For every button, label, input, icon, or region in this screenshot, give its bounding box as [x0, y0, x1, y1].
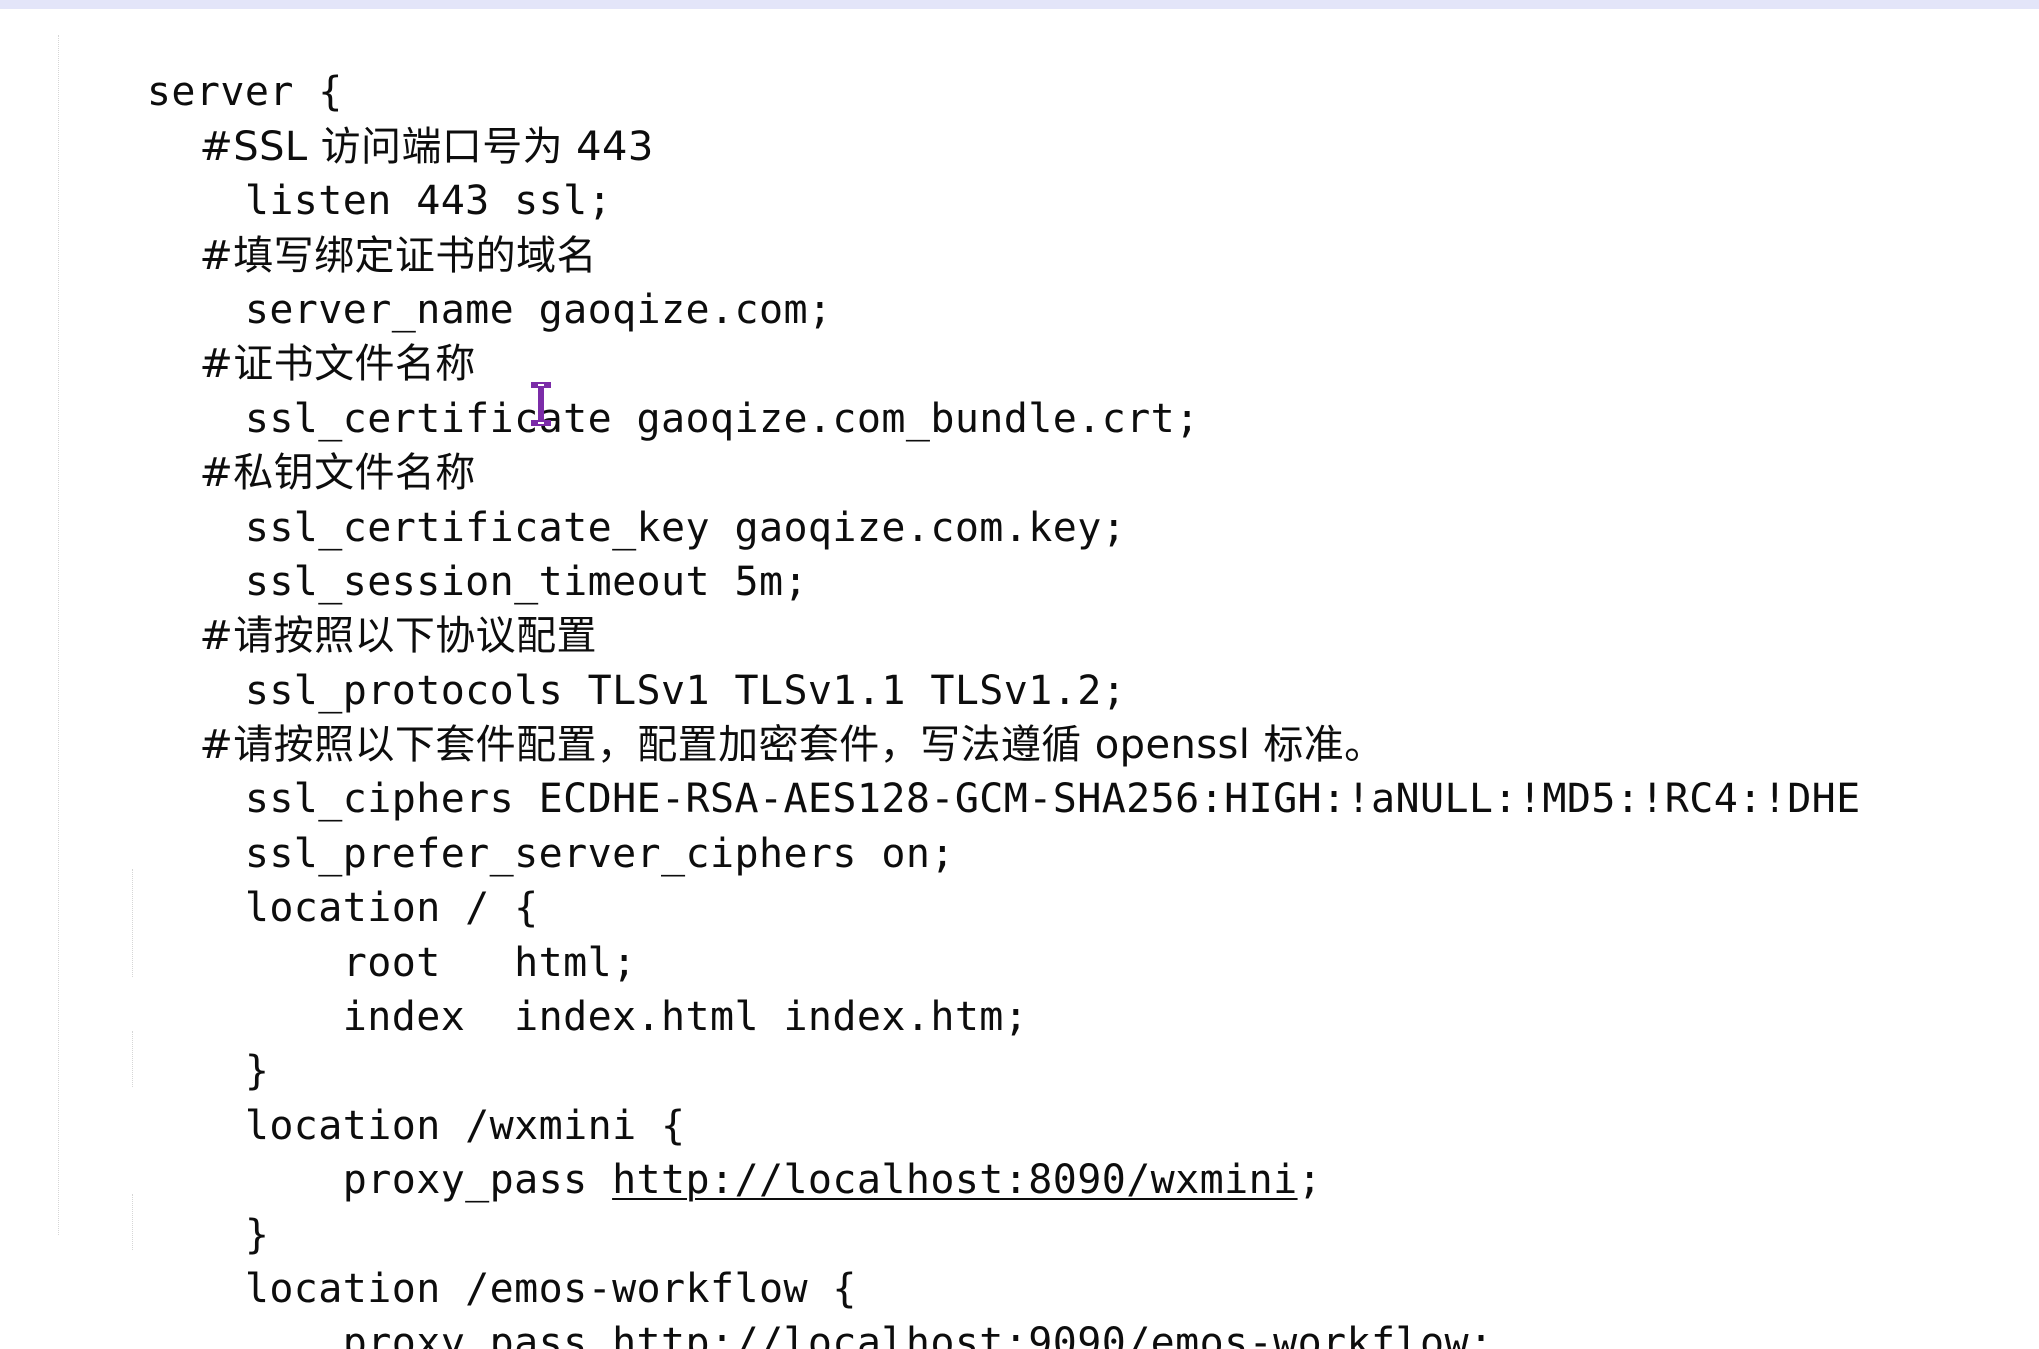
ibeam-icon — [531, 382, 551, 426]
code-line-proxy-pass-emos[interactable]: proxy_pass http://localhost:9090/emos-wo… — [0, 1262, 1861, 1349]
code-line[interactable]: ssl_certificate_key gaoqize.com.key; — [0, 446, 1861, 551]
code-line-proxy-pass-wxmini[interactable]: proxy_pass http://localhost:8090/wxmini; — [0, 1099, 1861, 1203]
code-line[interactable]: #请按照以下套件配置，配置加密套件，写法遵循 openssl 标准。 — [0, 664, 1861, 768]
code-line[interactable]: server { — [0, 11, 1861, 115]
code-line[interactable]: } — [0, 1316, 1861, 1349]
code-line[interactable]: root html; — [0, 881, 1861, 986]
code-line[interactable]: location /wxmini { — [0, 1044, 1861, 1149]
code-block[interactable]: server { #SSL 访问端口号为 443 listen 443 ssl;… — [0, 9, 1861, 1349]
code-editor-surface[interactable]: server { #SSL 访问端口号为 443 listen 443 ssl;… — [0, 9, 2039, 1349]
code-line[interactable]: ssl_protocols TLSv1 TLSv1.1 TLSv1.2; — [0, 609, 1861, 714]
code-line[interactable]: ssl_session_timeout 5m; — [0, 501, 1861, 605]
code-line[interactable]: } — [0, 990, 1861, 1094]
code-line[interactable]: #私钥文件名称 — [0, 392, 1861, 496]
code-line[interactable]: server_name gaoqize.com; — [0, 229, 1861, 333]
code-line[interactable]: #请按照以下协议配置 — [0, 555, 1861, 659]
code-line[interactable]: location / { — [0, 827, 1861, 931]
text-ibeam-cursor — [528, 381, 554, 427]
code-line[interactable]: #填写绑定证书的域名 — [0, 174, 1861, 279]
code-line[interactable]: ssl_ciphers ECDHE-RSA-AES128-GCM-SHA256:… — [0, 718, 1861, 822]
code-line[interactable]: ssl_certificate gaoqize.com_bundle.crt; — [0, 337, 1861, 442]
code-line[interactable]: location /emos-workflow { — [0, 1208, 1861, 1312]
top-accent-band — [0, 0, 2039, 9]
code-line[interactable]: #SSL 访问端口号为 443 — [0, 65, 1861, 170]
code-line[interactable]: listen 443 ssl; — [0, 120, 1861, 224]
code-line[interactable]: } — [0, 1153, 1861, 1258]
code-line[interactable]: ssl_prefer_server_ciphers on; — [0, 772, 1861, 877]
code-line[interactable]: index index.html index.htm; — [0, 936, 1861, 1040]
code-line[interactable]: #证书文件名称 — [0, 283, 1861, 387]
